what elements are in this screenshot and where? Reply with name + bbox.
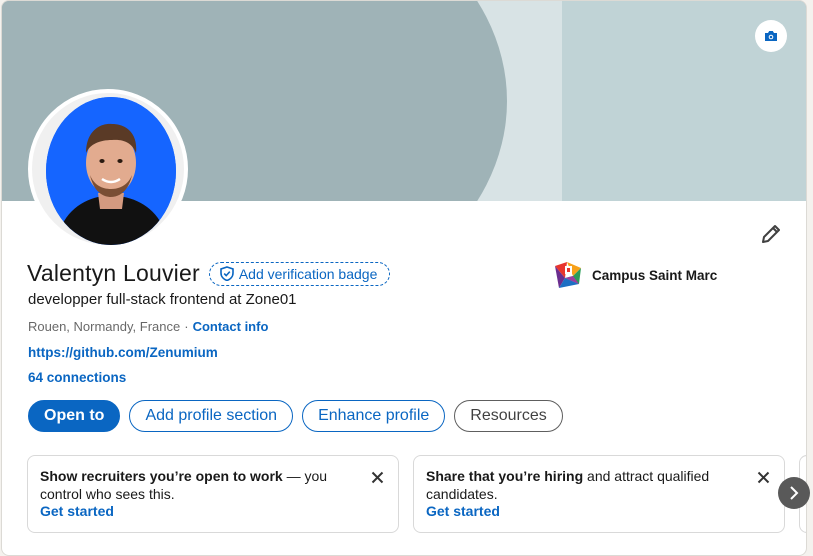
- hiring-card: Share that you’re hiring and attract qua…: [413, 455, 785, 533]
- contact-info-link[interactable]: Contact info: [193, 319, 269, 334]
- location-separator: ·: [184, 319, 189, 334]
- close-icon: [371, 471, 383, 483]
- get-started-link[interactable]: Get started: [426, 503, 772, 521]
- tip-title: Show recruiters you’re open to work: [40, 468, 283, 484]
- profile-headline: developper full-stack frontend at Zone01: [28, 291, 297, 308]
- tip-text: Show recruiters you’re open to work — yo…: [40, 468, 386, 503]
- camera-icon: [765, 31, 777, 41]
- profile-name: Valentyn Louvier: [27, 260, 200, 286]
- profile-actions: Open to Add profile section Enhance prof…: [28, 400, 563, 432]
- open-to-work-card: Show recruiters you’re open to work — yo…: [27, 455, 399, 533]
- avatar[interactable]: [46, 97, 176, 245]
- edit-banner-button[interactable]: [755, 20, 787, 52]
- edit-intro-button[interactable]: [754, 217, 788, 251]
- open-to-button[interactable]: Open to: [28, 400, 121, 432]
- add-verification-badge-label: Add verification badge: [238, 265, 378, 282]
- dismiss-button[interactable]: [754, 468, 772, 486]
- location-row: Rouen, Normandy, France · Contact info: [28, 319, 268, 334]
- website-link[interactable]: https://github.com/Zenumium: [28, 345, 218, 360]
- name-row: Valentyn Louvier Add verification badge: [27, 260, 391, 287]
- company-link[interactable]: Campus Saint Marc: [553, 260, 717, 290]
- campus-logo-icon: [555, 262, 581, 288]
- add-profile-section-button[interactable]: Add profile section: [129, 400, 294, 432]
- enhance-profile-button[interactable]: Enhance profile: [302, 400, 446, 432]
- add-verification-badge-button[interactable]: Add verification badge: [208, 261, 391, 286]
- profile-card: Valentyn Louvier Add verification badge …: [1, 0, 807, 556]
- profile-location: Rouen, Normandy, France: [28, 319, 181, 334]
- profile-photo: [46, 97, 176, 245]
- avatar-frame[interactable]: [28, 89, 188, 249]
- carousel-next-button[interactable]: [778, 477, 810, 509]
- get-started-link[interactable]: Get started: [40, 503, 386, 521]
- shield-check-icon: [220, 266, 234, 281]
- tip-text: Share that you’re hiring and attract qua…: [426, 468, 772, 503]
- dismiss-button[interactable]: [368, 468, 386, 486]
- pencil-icon: [762, 225, 780, 243]
- chevron-right-icon: [790, 486, 799, 500]
- company-name: Campus Saint Marc: [592, 267, 718, 283]
- connections-link[interactable]: 64 connections: [28, 370, 126, 385]
- close-icon: [757, 471, 769, 483]
- tip-title: Share that you’re hiring: [426, 468, 584, 484]
- resources-button[interactable]: Resources: [454, 400, 563, 432]
